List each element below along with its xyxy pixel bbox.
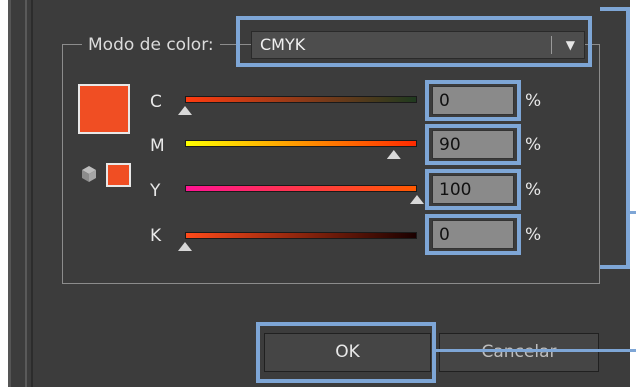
ok-callout-line bbox=[436, 349, 636, 352]
panel-border-inner bbox=[25, 0, 27, 387]
color-mode-label: Modo de color: bbox=[82, 33, 220, 57]
channel-m-slider-track[interactable] bbox=[185, 140, 417, 147]
bracket-bottom bbox=[600, 265, 630, 269]
highlight-ok-button bbox=[256, 322, 436, 383]
channel-c-slider-track[interactable] bbox=[185, 96, 417, 103]
bracket-vertical bbox=[626, 7, 630, 269]
channel-c-label: C bbox=[150, 92, 162, 112]
channel-m-label: M bbox=[150, 136, 165, 156]
channel-c-unit: % bbox=[525, 91, 542, 111]
color-picker-dialog: Modo de color: CMYK ▼ C % M % Y % K % OK… bbox=[0, 0, 636, 387]
cancel-button[interactable]: Cancelar bbox=[439, 333, 599, 372]
panel-border-shadow bbox=[31, 0, 33, 387]
current-color-swatch[interactable] bbox=[78, 84, 130, 134]
highlight-k-input bbox=[425, 214, 521, 255]
highlight-c-input bbox=[425, 80, 521, 121]
bracket-top bbox=[600, 7, 630, 11]
highlight-color-mode bbox=[236, 16, 592, 67]
channel-y-unit: % bbox=[525, 180, 542, 200]
channel-k-label: K bbox=[150, 226, 162, 246]
channel-k-slider-track[interactable] bbox=[185, 232, 417, 239]
channel-m-unit: % bbox=[525, 135, 542, 155]
highlight-y-input bbox=[425, 169, 521, 210]
channel-y-slider-track[interactable] bbox=[185, 185, 417, 192]
cube-icon[interactable] bbox=[80, 165, 98, 183]
panel-border-left bbox=[8, 0, 11, 387]
channel-y-label: Y bbox=[150, 181, 161, 201]
channel-k-unit: % bbox=[525, 225, 542, 245]
highlight-m-input bbox=[425, 124, 521, 165]
bracket-callout-line bbox=[628, 211, 636, 214]
web-safe-color-swatch[interactable] bbox=[106, 163, 131, 187]
